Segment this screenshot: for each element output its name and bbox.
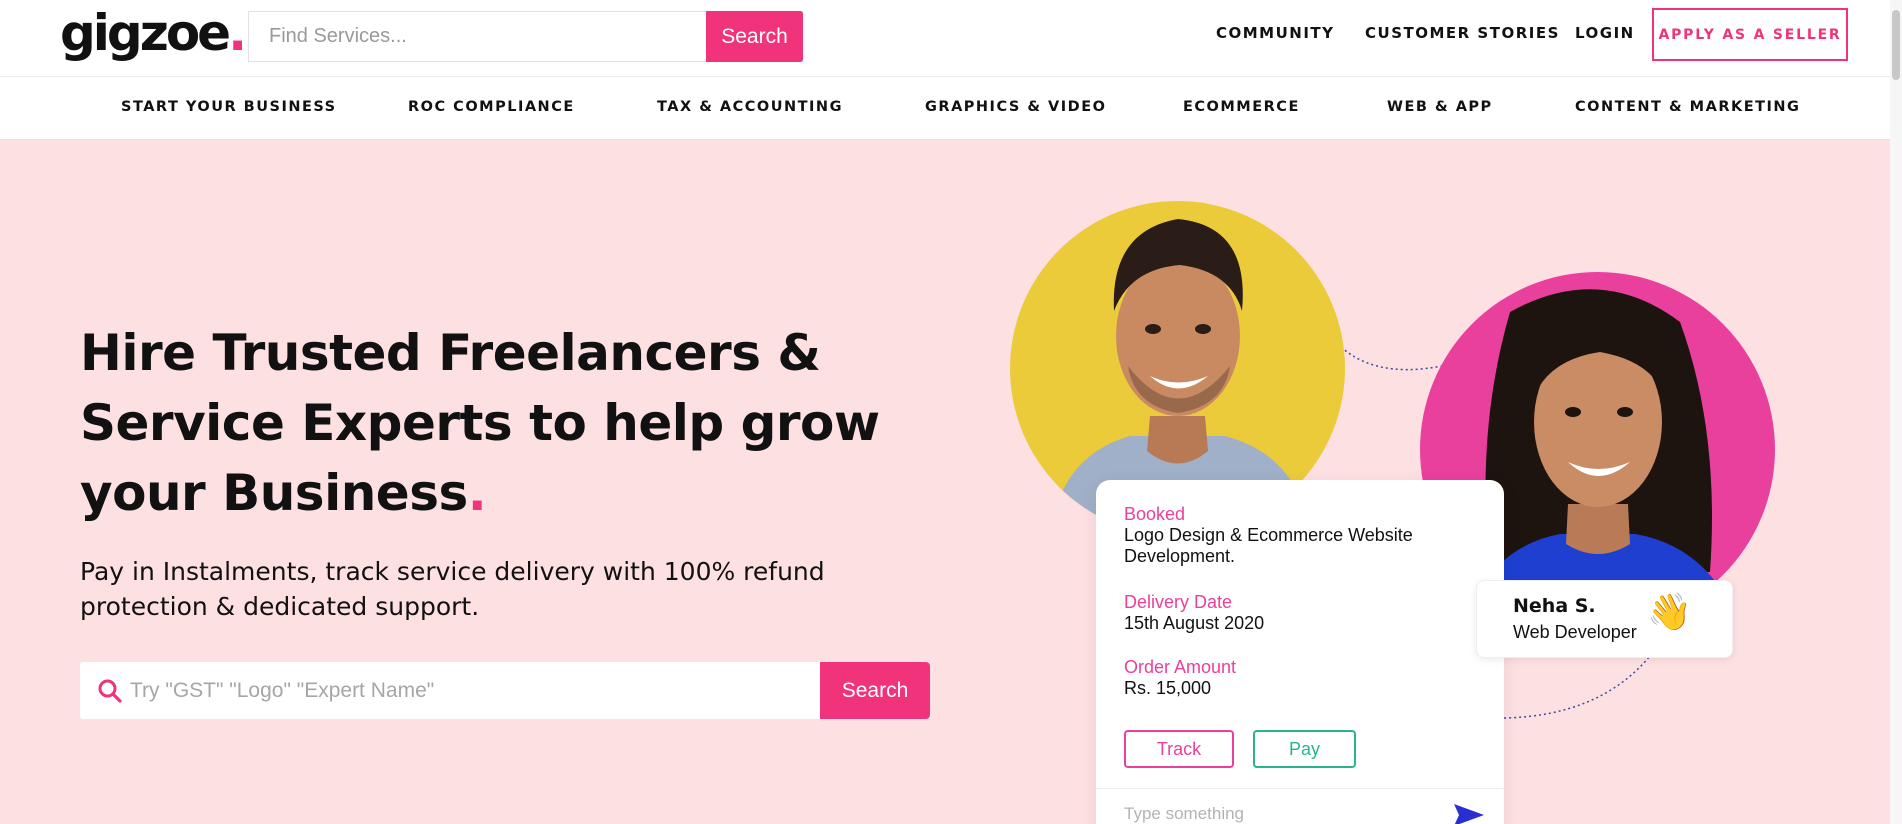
site-header: gigzoe. Search COMMUNITY CUSTOMER STORIE… bbox=[0, 0, 1902, 77]
hero-search: Search bbox=[80, 662, 930, 719]
page-scrollbar[interactable] bbox=[1890, 0, 1902, 824]
search-icon bbox=[98, 679, 122, 703]
logo-dot: . bbox=[228, 4, 247, 62]
card-divider bbox=[1096, 788, 1504, 789]
header-search-input[interactable] bbox=[249, 12, 707, 61]
category-start-your-business[interactable]: START YOUR BUSINESS bbox=[121, 99, 337, 115]
booked-label: Booked bbox=[1124, 504, 1186, 524]
apply-as-seller-button[interactable]: APPLY AS A SELLER bbox=[1652, 8, 1848, 61]
order-card: Booked Logo Design & Ecommerce Website D… bbox=[1096, 480, 1504, 824]
send-icon[interactable] bbox=[1452, 802, 1486, 824]
hero-section: Hire Trusted Freelancers & Service Exper… bbox=[0, 140, 1902, 824]
message-input[interactable] bbox=[1124, 800, 1424, 824]
track-button[interactable]: Track bbox=[1124, 730, 1234, 768]
nav-community-link[interactable]: COMMUNITY bbox=[1216, 24, 1335, 42]
nav-login-link[interactable]: LOGIN bbox=[1575, 24, 1635, 42]
hero-title-dot: . bbox=[467, 464, 487, 522]
gigzoe-logo[interactable]: gigzoe. bbox=[60, 2, 247, 64]
pay-button[interactable]: Pay bbox=[1253, 730, 1356, 768]
header-search: Search bbox=[248, 11, 803, 62]
freelancer-role: Web Developer bbox=[1513, 622, 1637, 642]
hero-search-input[interactable] bbox=[130, 662, 810, 719]
hero-subtitle: Pay in Instalments, track service delive… bbox=[80, 557, 825, 621]
category-tax-accounting[interactable]: TAX & ACCOUNTING bbox=[657, 99, 843, 115]
category-web-app[interactable]: WEB & APP bbox=[1387, 99, 1493, 115]
freelancer-profile-card: Neha S. Web Developer 👋 bbox=[1476, 580, 1733, 658]
category-nav: START YOUR BUSINESS ROC COMPLIANCE TAX &… bbox=[0, 78, 1902, 140]
scrollbar-thumb[interactable] bbox=[1892, 10, 1900, 80]
logo-text: gigzoe bbox=[60, 4, 231, 62]
connector-dotted-line-bottom bbox=[1503, 655, 1651, 719]
waving-hand-icon: 👋 bbox=[1647, 592, 1692, 633]
freelancer-name: Neha S. bbox=[1513, 595, 1596, 617]
hero-search-button[interactable]: Search bbox=[820, 662, 930, 719]
category-content-marketing[interactable]: CONTENT & MARKETING bbox=[1575, 99, 1800, 115]
nav-customer-stories-link[interactable]: CUSTOMER STORIES bbox=[1365, 24, 1560, 42]
booked-value: Logo Design & Ecommerce Website Developm… bbox=[1124, 525, 1413, 566]
delivery-date-value: 15th August 2020 bbox=[1124, 613, 1265, 633]
order-amount-value: Rs. 15,000 bbox=[1124, 678, 1212, 698]
order-amount-label: Order Amount bbox=[1124, 657, 1237, 677]
category-graphics-video[interactable]: GRAPHICS & VIDEO bbox=[925, 99, 1106, 115]
header-search-button[interactable]: Search bbox=[706, 11, 803, 62]
category-roc-compliance[interactable]: ROC COMPLIANCE bbox=[408, 99, 575, 115]
category-ecommerce[interactable]: ECOMMERCE bbox=[1183, 99, 1300, 115]
hero-title: Hire Trusted Freelancers & Service Exper… bbox=[80, 318, 960, 528]
delivery-date-label: Delivery Date bbox=[1124, 592, 1233, 612]
